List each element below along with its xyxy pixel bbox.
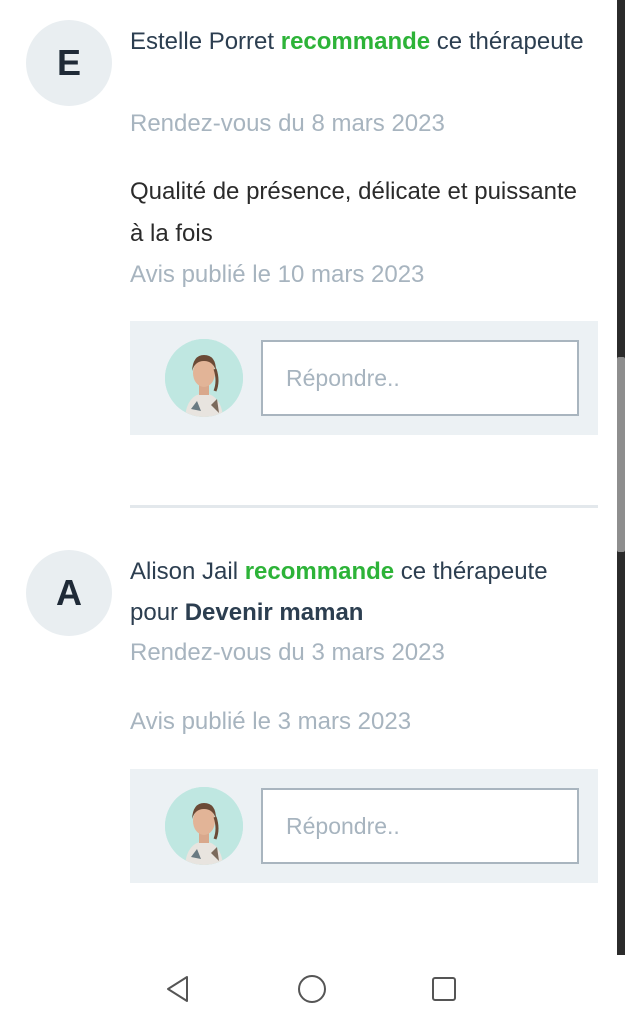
home-circle-icon [298, 975, 326, 1003]
published-date: Avis publié le 3 mars 2023 [130, 708, 412, 735]
consultation-topic: Devenir maman [184, 599, 364, 626]
recommend-label: recommande [280, 28, 431, 55]
therapist-photo-icon [165, 787, 243, 865]
review-divider [130, 505, 598, 508]
reply-placeholder: Répondre.. [286, 812, 400, 839]
back-button[interactable] [158, 969, 198, 1009]
therapist-avatar [165, 787, 243, 865]
home-button[interactable] [292, 969, 332, 1009]
reviewer-initial-avatar: E [26, 20, 112, 106]
recents-square-icon [432, 977, 456, 1001]
reviewer-initial: A [56, 572, 82, 613]
headline-suffix: ce thérapeute [400, 558, 548, 585]
reply-box: Répondre.. [130, 769, 598, 883]
system-navigation-bar [0, 955, 625, 1024]
recommend-label: recommande [244, 558, 395, 585]
published-date: Avis publié le 10 mars 2023 [130, 261, 425, 288]
reviewer-initial-avatar: A [26, 550, 112, 636]
review-headline: Alison Jail recommande ce thérapeute pou… [130, 551, 600, 633]
headline-suffix: ce thérapeute [436, 28, 584, 55]
reply-input[interactable]: Répondre.. [261, 788, 579, 864]
recents-button[interactable] [424, 969, 464, 1009]
for-label: pour [130, 599, 179, 626]
appointment-date: Rendez-vous du 3 mars 2023 [130, 639, 445, 666]
reply-input[interactable]: Répondre.. [261, 340, 579, 416]
reply-box: Répondre.. [130, 321, 598, 435]
review-comment: Qualité de présence, délicate et puissan… [130, 178, 577, 247]
back-triangle-icon [167, 976, 188, 1002]
reviewer-initial: E [56, 42, 81, 83]
reviewer-name: Alison Jail [130, 558, 239, 585]
therapist-avatar [165, 339, 243, 417]
scrollbar-thumb[interactable] [617, 357, 625, 552]
appointment-date: Rendez-vous du 8 mars 2023 [130, 110, 445, 137]
reviewer-name: Estelle Porret [130, 28, 275, 55]
review-headline: Estelle Porret recommande ce thérapeute [130, 21, 590, 62]
therapist-photo-icon [165, 339, 243, 417]
reviews-list: E Estelle Porret recommande ce thérapeut… [0, 0, 617, 955]
reply-placeholder: Répondre.. [286, 364, 400, 391]
